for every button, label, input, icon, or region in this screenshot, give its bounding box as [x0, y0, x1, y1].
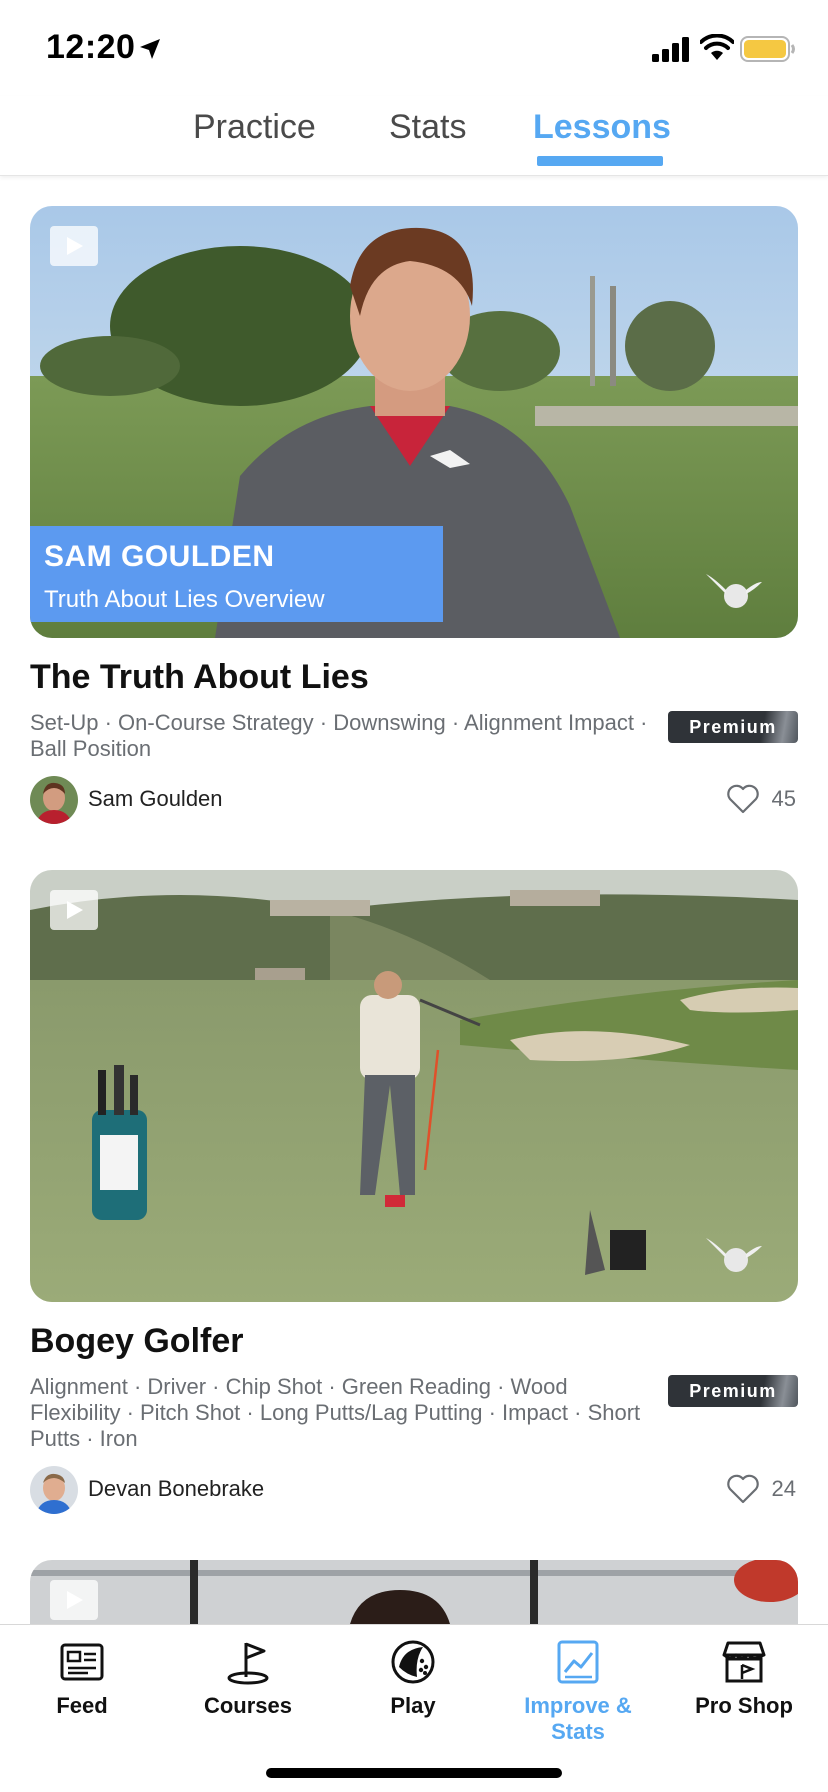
nav-label: Play — [390, 1693, 436, 1718]
lesson-video-image — [30, 1560, 798, 1624]
lesson-title[interactable]: Bogey Golfer — [30, 1322, 243, 1361]
lesson-thumbnail[interactable]: SAM GOULDEN Truth About Lies Overview — [30, 206, 798, 638]
nav-item-improve-stats[interactable]: Improve & Stats — [498, 1639, 658, 1745]
chart-icon — [557, 1640, 599, 1684]
premium-badge: Premium — [668, 711, 798, 743]
nav-label: Feed — [56, 1693, 108, 1718]
nav-label: Improve & Stats — [524, 1693, 632, 1744]
active-tab-indicator — [537, 156, 663, 166]
lesson-title[interactable]: The Truth About Lies — [30, 658, 369, 697]
play-icon — [67, 901, 83, 919]
cellular-signal-icon — [652, 37, 689, 62]
author-name[interactable]: Devan Bonebrake — [88, 1476, 264, 1502]
lesson-thumbnail[interactable] — [30, 1560, 798, 1624]
brand-logo-icon — [706, 1238, 762, 1272]
play-button[interactable] — [50, 890, 98, 930]
author-row: Sam Goulden 45 — [30, 776, 798, 824]
video-overlay-subtitle: Truth About Lies Overview — [44, 586, 325, 613]
brand-logo-icon — [706, 574, 762, 608]
tab-lessons[interactable]: Lessons — [533, 108, 671, 147]
play-button[interactable] — [50, 1580, 98, 1620]
avatar[interactable] — [30, 776, 78, 824]
status-time: 12:20 — [46, 28, 136, 66]
author-name[interactable]: Sam Goulden — [88, 786, 223, 812]
heart-icon[interactable] — [726, 783, 760, 815]
play-button[interactable] — [50, 226, 98, 266]
nav-item-play[interactable]: Play — [333, 1639, 493, 1719]
nav-label: Courses — [203, 1693, 293, 1718]
flag-icon — [227, 1642, 269, 1685]
lesson-tags: Alignment · Driver · Chip Shot · Green R… — [30, 1374, 641, 1451]
battery-icon — [740, 36, 795, 62]
nav-label: Pro Shop — [695, 1693, 793, 1718]
premium-badge: Premium — [668, 1375, 798, 1407]
nav-item-feed[interactable]: Feed — [2, 1639, 162, 1719]
status-bar: 12:20 — [0, 0, 828, 96]
store-icon — [722, 1641, 766, 1683]
like-count: 45 — [771, 786, 796, 811]
heart-icon[interactable] — [726, 1473, 760, 1505]
lesson-tags: Set-Up · On-Course Strategy · Downswing … — [30, 710, 648, 761]
author-row: Devan Bonebrake 24 — [30, 1466, 798, 1514]
feed-icon — [60, 1643, 104, 1681]
instructor-overlay-name: SAM GOULDEN — [44, 540, 275, 573]
like-count: 24 — [771, 1476, 796, 1501]
tab-practice[interactable]: Practice — [193, 108, 316, 147]
location-arrow-icon — [140, 39, 160, 59]
bottom-tab-bar: Feed Courses Play Improve & Stats Pro Sh… — [0, 1624, 828, 1792]
golf-ball-icon — [391, 1640, 435, 1684]
home-indicator — [266, 1768, 562, 1778]
play-icon — [67, 1591, 83, 1609]
top-tab-bar: Practice Stats Lessons — [0, 96, 828, 176]
lesson-video-image — [30, 870, 798, 1302]
tab-stats[interactable]: Stats — [389, 108, 466, 147]
play-icon — [67, 237, 83, 255]
lesson-thumbnail[interactable] — [30, 870, 798, 1302]
video-title-overlay: SAM GOULDEN Truth About Lies Overview — [30, 526, 443, 622]
wifi-icon — [700, 34, 734, 60]
nav-item-pro-shop[interactable]: Pro Shop — [664, 1639, 824, 1719]
nav-item-courses[interactable]: Courses — [168, 1639, 328, 1719]
avatar[interactable] — [30, 1466, 78, 1514]
